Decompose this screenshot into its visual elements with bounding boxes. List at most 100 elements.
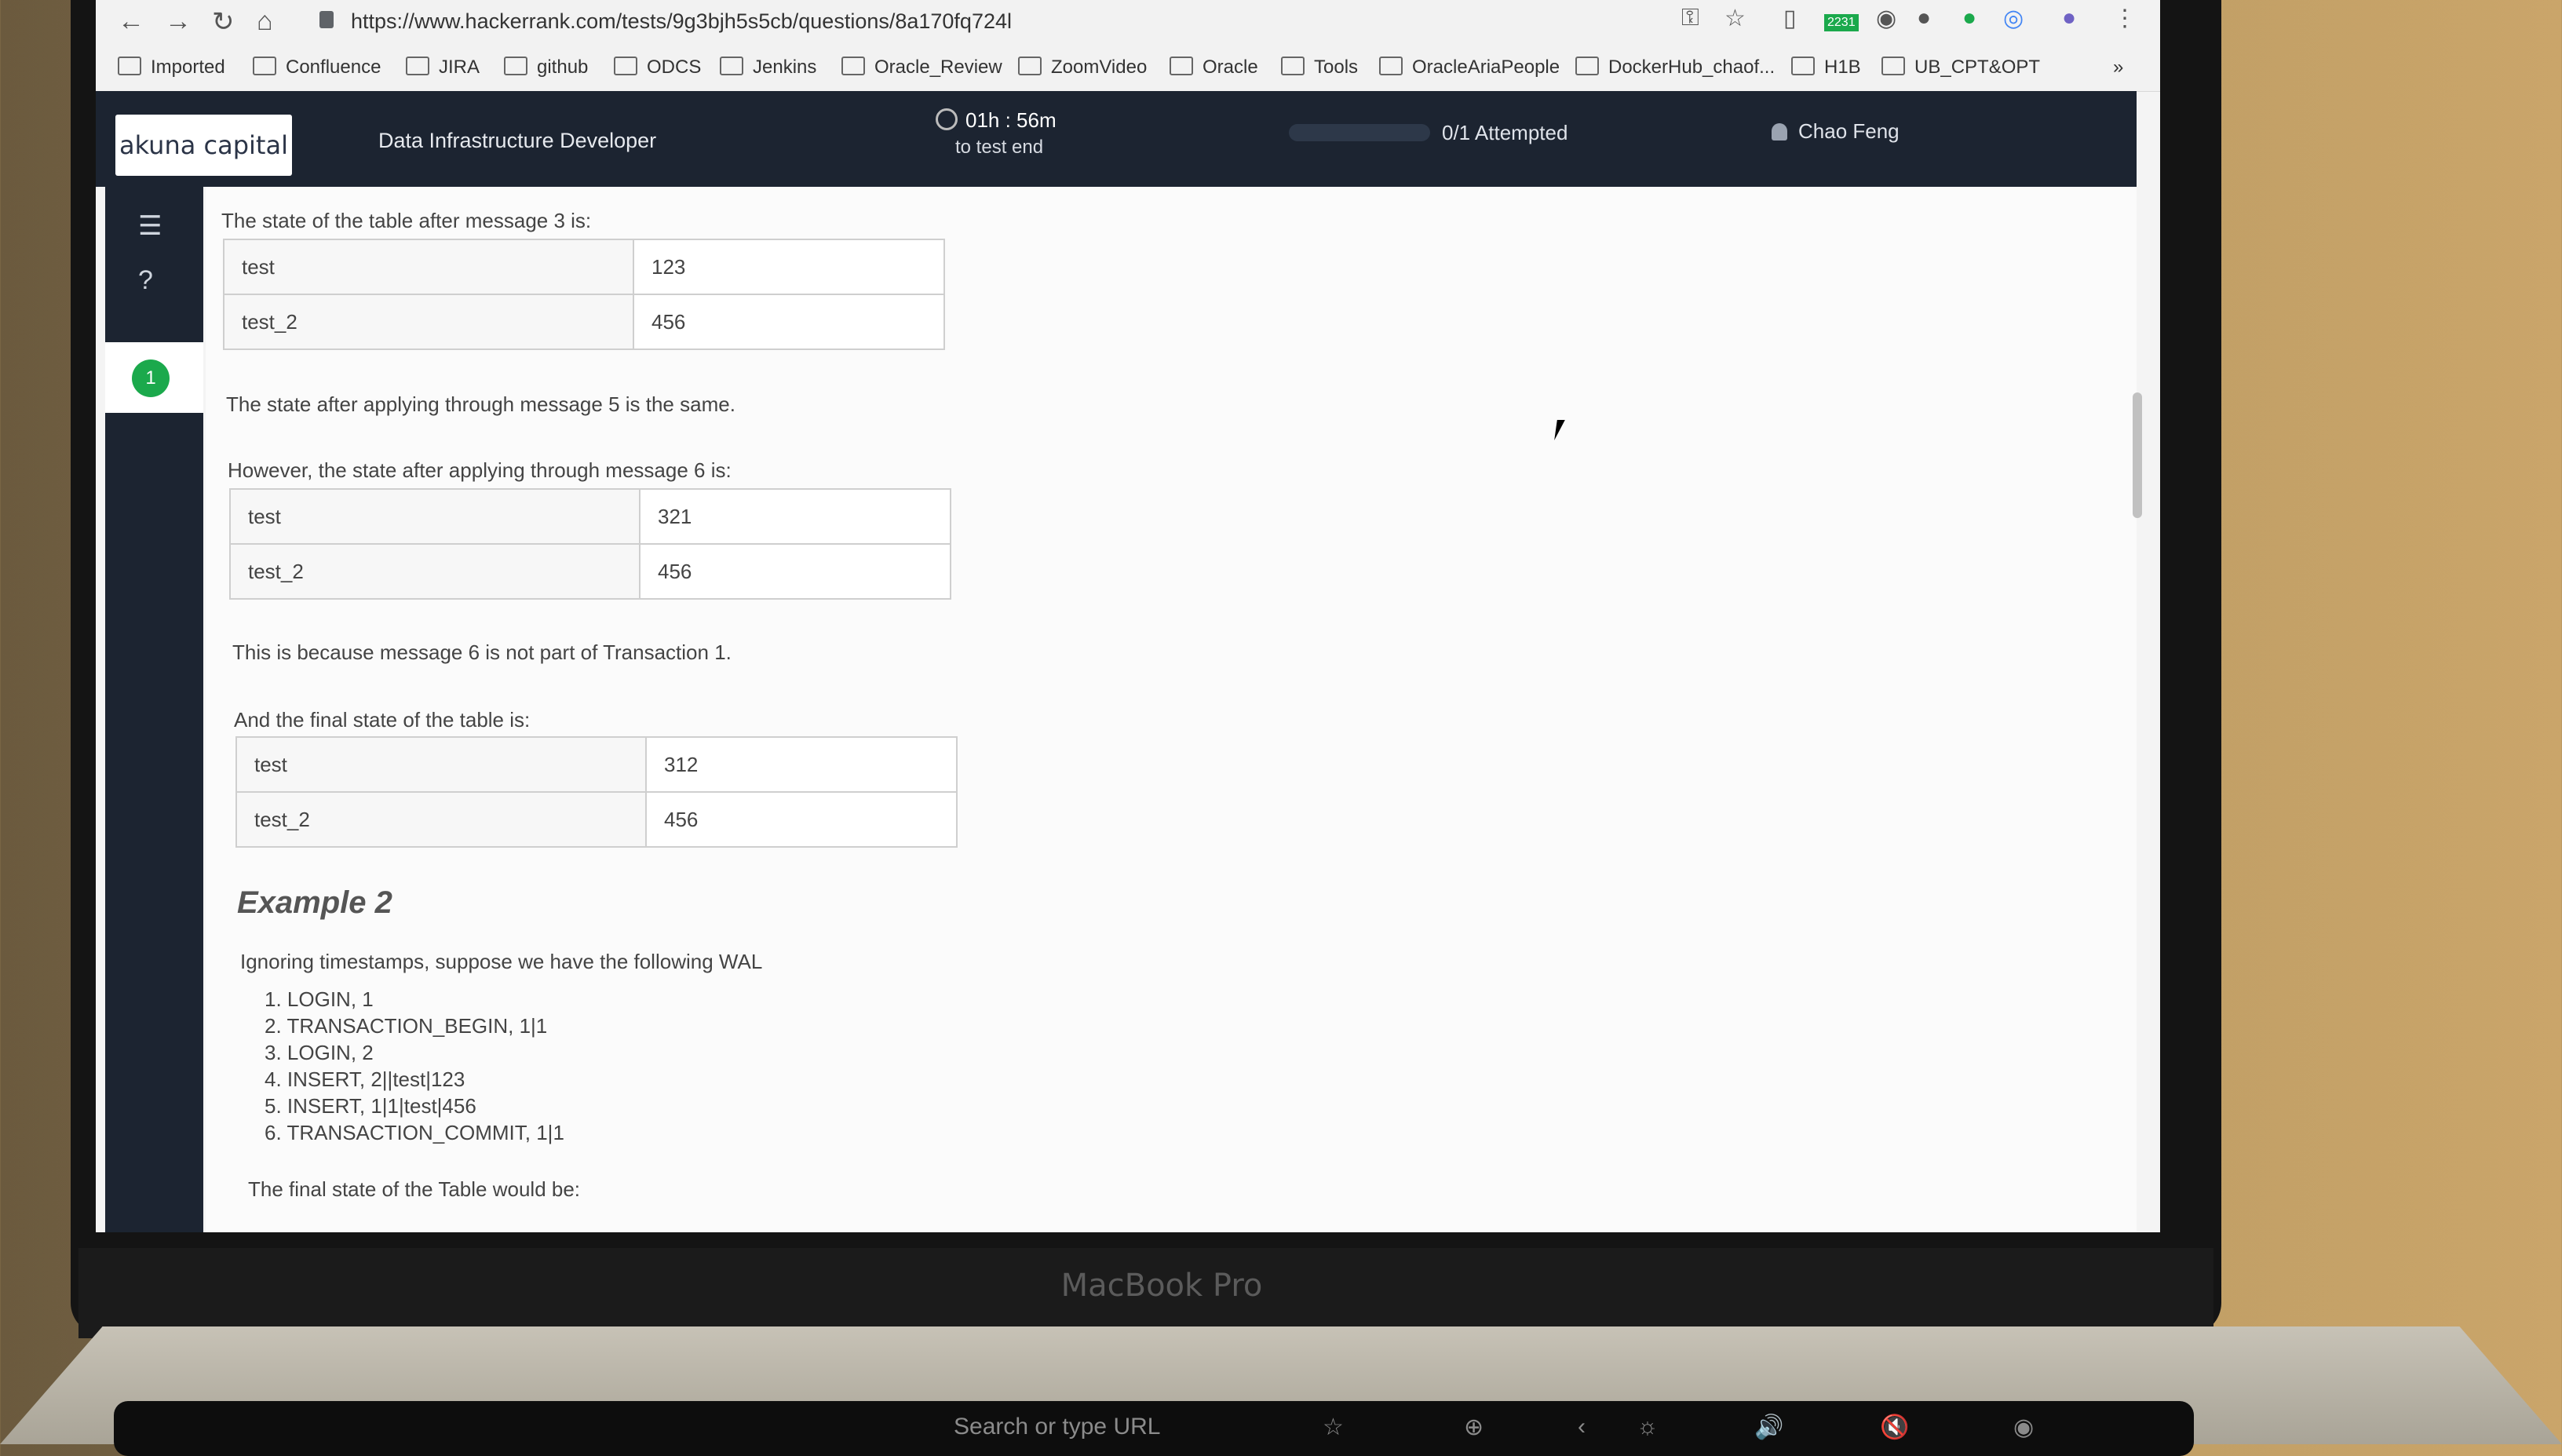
table-row: test 123 [223, 239, 945, 295]
company-logo: akuna capital [115, 115, 292, 176]
clock-icon [936, 108, 958, 130]
question-content: The state of the table after message 3 i… [206, 187, 2137, 1232]
table-cell: 456 [639, 543, 951, 600]
question-number-badge: 1 [132, 359, 170, 397]
reload-icon[interactable]: ↻ [212, 6, 235, 38]
table-cell: 321 [639, 488, 951, 545]
folder-icon [720, 57, 743, 75]
touchbar-search[interactable]: Search or type URL [954, 1414, 1160, 1440]
question-sidebar: ☰ ? 1 [105, 187, 203, 1232]
extension-icon[interactable]: ◉ [1876, 5, 1896, 32]
laptop-brand: MacBook Pro [1060, 1268, 1263, 1304]
table-row: test 321 [229, 488, 951, 545]
extension-icon[interactable]: ▯ [1783, 5, 1797, 32]
bookmark-folder[interactable]: Confluence [253, 57, 381, 78]
brightness-icon[interactable]: ☼ [1637, 1414, 1659, 1440]
table-cell: test_2 [235, 791, 647, 848]
folder-icon [504, 57, 527, 75]
state-table: test 123 test_2 456 [223, 239, 945, 350]
question-nav-item[interactable]: 1 [105, 342, 203, 413]
list-icon[interactable]: ☰ [138, 210, 162, 242]
table-cell: test_2 [229, 543, 640, 600]
bookmark-folder[interactable]: Oracle [1170, 57, 1258, 78]
mute-icon[interactable]: 🔇 [1880, 1414, 1909, 1441]
home-icon[interactable]: ⌂ [257, 6, 273, 37]
section-heading: Example 2 [237, 885, 392, 920]
table-cell: test [223, 239, 634, 295]
progress-bar [1289, 124, 1430, 141]
paragraph: However, the state after applying throug… [228, 458, 732, 482]
test-title: Data Infrastructure Developer [378, 129, 657, 152]
table-row: test_2 456 [229, 543, 951, 600]
folder-icon [1575, 57, 1599, 75]
wal-list: 1. LOGIN, 1 2. TRANSACTION_BEGIN, 1|1 3.… [265, 986, 564, 1146]
extension-icon[interactable]: ◎ [2003, 5, 2024, 32]
address-bar[interactable]: https://www.hackerrank.com/tests/9g3bjh5… [351, 9, 1012, 34]
bookmark-folder[interactable]: Jenkins [720, 57, 816, 78]
bookmark-folder[interactable]: Imported [118, 57, 225, 78]
folder-icon [1379, 57, 1403, 75]
bookmark-folder[interactable]: DockerHub_chaof... [1575, 57, 1775, 78]
table-cell: 456 [633, 294, 945, 350]
bookmark-folder[interactable]: OracleAriaPeople [1379, 57, 1560, 78]
paragraph: And the final state of the table is: [234, 708, 531, 732]
folder-icon [1281, 57, 1305, 75]
bookmark-folder[interactable]: JIRA [406, 57, 480, 78]
list-item: 4. INSERT, 2||test|123 [265, 1067, 465, 1091]
folder-icon [1881, 57, 1905, 75]
siri-icon[interactable]: ◉ [2013, 1414, 2034, 1441]
table-row: test 312 [235, 736, 958, 793]
list-item: 6. TRANSACTION_COMMIT, 1|1 [265, 1121, 564, 1144]
folder-icon [1170, 57, 1193, 75]
folder-icon [1791, 57, 1815, 75]
folder-icon [406, 57, 429, 75]
list-item: 5. INSERT, 1|1|test|456 [265, 1094, 476, 1118]
list-item: 1. LOGIN, 1 [265, 987, 374, 1011]
touch-bar: Search or type URL ☆ ⊕ ‹ ☼ 🔊 🔇 ◉ [114, 1401, 2194, 1456]
help-icon[interactable]: ? [138, 265, 153, 296]
lock-icon [319, 11, 334, 28]
table-cell: 312 [645, 736, 958, 793]
volume-icon[interactable]: 🔊 [1754, 1414, 1783, 1441]
chevron-left-icon[interactable]: ‹ [1578, 1414, 1586, 1440]
bookmark-folder[interactable]: ODCS [614, 57, 701, 78]
list-item: 2. TRANSACTION_BEGIN, 1|1 [265, 1014, 548, 1038]
paragraph: Ignoring timestamps, suppose we have the… [240, 950, 763, 973]
bookmark-folder[interactable]: Oracle_Review [841, 57, 1002, 78]
bookmark-star-icon[interactable]: ☆ [1724, 5, 1746, 32]
folder-icon [118, 57, 141, 75]
table-cell: test [235, 736, 647, 793]
extension-icon[interactable]: ● [1917, 5, 1931, 31]
folder-icon [841, 57, 865, 75]
plus-icon[interactable]: ⊕ [1464, 1414, 1484, 1441]
back-icon[interactable]: ← [118, 6, 144, 37]
user-menu[interactable]: Chao Feng [1772, 119, 1900, 144]
folder-icon [614, 57, 637, 75]
key-icon[interactable]: ⚿ [1681, 5, 1699, 31]
state-table: test 321 test_2 456 [229, 488, 951, 600]
table-cell: 123 [633, 239, 945, 295]
list-item: 3. LOGIN, 2 [265, 1041, 374, 1064]
profile-icon[interactable]: ● [2062, 5, 2076, 31]
paragraph: The final state of the Table would be: [248, 1177, 581, 1201]
timer-subtitle: to test end [955, 137, 1044, 158]
extension-badge[interactable]: 2231 [1824, 14, 1859, 31]
forward-icon[interactable]: → [165, 6, 192, 37]
attempted-count: 0/1 Attempted [1442, 121, 1568, 144]
bookmark-folder[interactable]: H1B [1791, 57, 1861, 78]
user-icon [1772, 123, 1787, 140]
star-icon[interactable]: ☆ [1323, 1414, 1344, 1441]
extension-icon[interactable]: ● [1962, 5, 1976, 31]
bookmark-folder[interactable]: UB_CPT&OPT [1881, 57, 2040, 78]
table-row: test_2 456 [235, 791, 958, 848]
scrollbar[interactable] [2133, 392, 2142, 518]
table-cell: test_2 [223, 294, 634, 350]
paragraph: The state of the table after message 3 i… [221, 209, 592, 232]
bookmark-folder[interactable]: ZoomVideo [1018, 57, 1147, 78]
menu-icon[interactable]: ⋮ [2113, 5, 2137, 32]
bookmark-folder[interactable]: Tools [1281, 57, 1358, 78]
more-bookmarks-icon[interactable]: » [2113, 57, 2123, 78]
paragraph: This is because message 6 is not part of… [232, 640, 732, 664]
bookmark-folder[interactable]: github [504, 57, 588, 78]
browser-toolbar: ← → ↻ ⌂ https://www.hackerrank.com/tests… [96, 0, 2160, 46]
